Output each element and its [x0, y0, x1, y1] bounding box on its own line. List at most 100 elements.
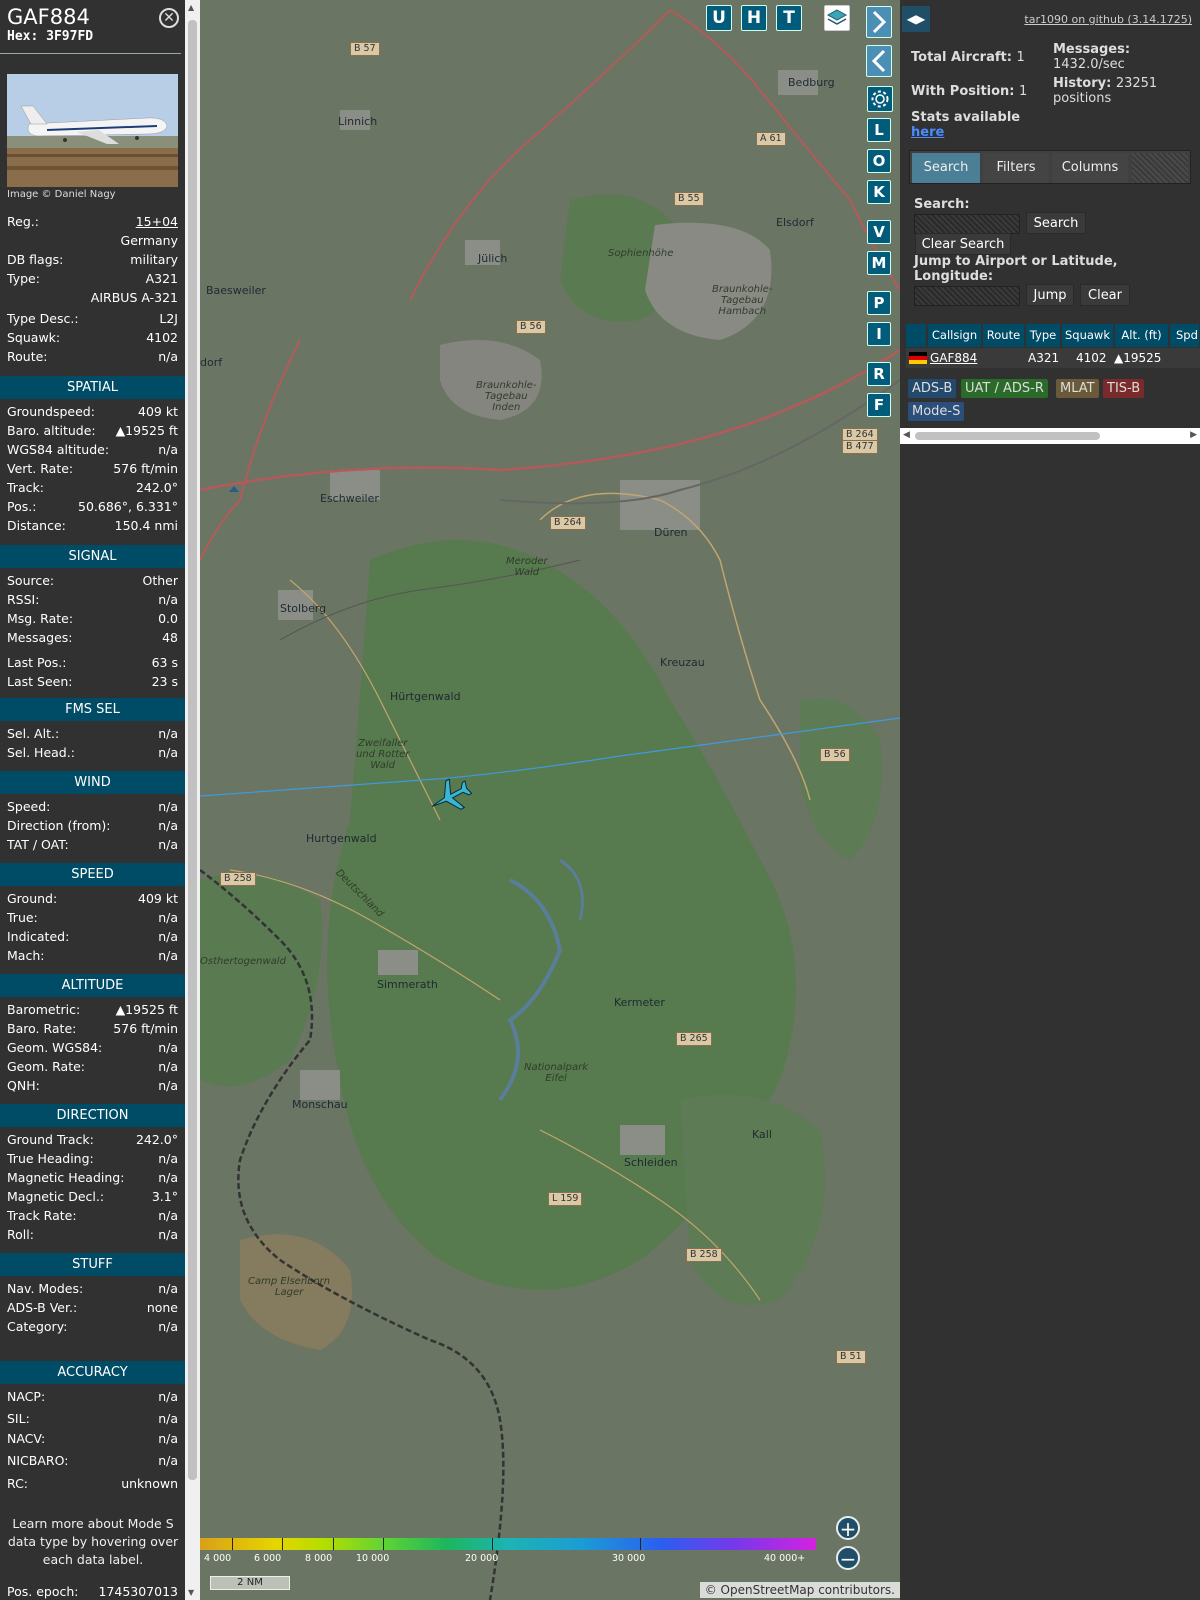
map-button-f[interactable]: F	[867, 393, 891, 417]
details-label[interactable]: Type:	[7, 269, 40, 288]
scrollbar-thumb[interactable]	[915, 432, 1100, 440]
map-button-i[interactable]: I	[867, 322, 891, 346]
chevron-right-icon[interactable]	[866, 6, 892, 38]
scroll-down-icon[interactable]: ▼	[188, 1588, 194, 1597]
accuracy-label[interactable]: SIL:	[7, 1409, 30, 1428]
column-header-speed[interactable]: Spd	[1170, 324, 1200, 347]
stuff-label[interactable]: ADS-B Ver.:	[7, 1298, 77, 1317]
accuracy-label[interactable]: NACV:	[7, 1429, 45, 1448]
accuracy-label[interactable]: RC:	[7, 1474, 28, 1493]
map-button-u[interactable]: U	[706, 5, 732, 31]
stuff-label[interactable]: Category:	[7, 1317, 67, 1336]
map-view[interactable]: Linnich Bedburg Jülich Elsdorf Baesweile…	[200, 0, 900, 1600]
direction-label[interactable]: Magnetic Heading:	[7, 1168, 124, 1187]
legend-chip-adsb[interactable]: ADS-B	[908, 379, 957, 398]
altitude-label[interactable]: Geom. Rate:	[7, 1057, 85, 1076]
speed-label[interactable]: Mach:	[7, 946, 44, 965]
altitude-label[interactable]: Geom. WGS84:	[7, 1038, 102, 1057]
tab-search[interactable]: Search	[912, 153, 980, 183]
column-header-flag[interactable]	[906, 324, 927, 347]
signal-label[interactable]: RSSI:	[7, 590, 39, 609]
tab-filters[interactable]: Filters	[983, 153, 1049, 183]
signal-label[interactable]: Msg. Rate:	[7, 609, 73, 628]
signal-label[interactable]: Source:	[7, 571, 54, 590]
clear-search-button[interactable]: Clear Search	[915, 233, 1011, 255]
spatial-label[interactable]: WGS84 altitude:	[7, 440, 109, 459]
search-button[interactable]: Search	[1026, 212, 1086, 234]
wind-label[interactable]: TAT / OAT:	[7, 835, 69, 854]
scroll-up-icon[interactable]: ▲	[188, 3, 194, 12]
github-link[interactable]: tar1090 on github (3.14.1725)	[1024, 13, 1192, 26]
details-label[interactable]: Reg.:	[7, 212, 39, 231]
map-button-m[interactable]: M	[867, 251, 891, 275]
info-panel-scrollbar[interactable]: ▲ ▼	[185, 0, 200, 1600]
altitude-label[interactable]: QNH:	[7, 1076, 40, 1095]
column-header-type[interactable]: Type	[1026, 324, 1061, 347]
map-button-v[interactable]: V	[867, 220, 891, 244]
spatial-label[interactable]: Baro. altitude:	[7, 421, 96, 440]
accuracy-label[interactable]: NACP:	[7, 1387, 45, 1406]
clear-button[interactable]: Clear	[1080, 284, 1130, 306]
column-header-route[interactable]: Route	[983, 324, 1025, 347]
column-header-squawk[interactable]: Squawk	[1062, 324, 1114, 347]
map-button-p[interactable]: P	[867, 291, 891, 315]
spatial-label[interactable]: Pos.:	[7, 497, 36, 516]
speed-label[interactable]: Indicated:	[7, 927, 69, 946]
map-button-t[interactable]: T	[776, 5, 802, 31]
direction-label[interactable]: Magnetic Decl.:	[7, 1187, 104, 1206]
layers-icon[interactable]	[824, 5, 850, 31]
scroll-right-icon[interactable]: ▶	[1190, 430, 1197, 440]
column-header-callsign[interactable]: Callsign	[928, 324, 982, 347]
zoom-out-icon[interactable]: −	[836, 1546, 860, 1570]
accuracy-label[interactable]: NICBARO:	[7, 1451, 68, 1470]
column-header-altitude[interactable]: Alt. (ft)	[1115, 324, 1169, 347]
map-attribution[interactable]: © OpenStreetMap contributors.	[699, 1582, 900, 1598]
map-button-l[interactable]: L	[867, 118, 891, 142]
chevron-left-icon[interactable]	[866, 45, 892, 77]
gear-icon[interactable]	[867, 86, 893, 112]
direction-label[interactable]: True Heading:	[7, 1149, 94, 1168]
stuff-label[interactable]: Nav. Modes:	[7, 1279, 83, 1298]
map-button-o[interactable]: O	[867, 149, 891, 173]
legend-chip-modes[interactable]: Mode-S	[908, 402, 965, 421]
fms-label[interactable]: Sel. Alt.:	[7, 724, 59, 743]
signal-label[interactable]: Messages:	[7, 628, 73, 647]
wind-label[interactable]: Speed:	[7, 797, 50, 816]
details-label[interactable]: Route:	[7, 347, 48, 366]
legend-chip-tisb[interactable]: TIS-B	[1103, 379, 1145, 398]
details-label[interactable]: Squawk:	[7, 328, 60, 347]
table-horizontal-scrollbar[interactable]: ◀ ▶	[900, 428, 1200, 444]
altitude-label[interactable]: Baro. Rate:	[7, 1019, 76, 1038]
row-callsign[interactable]: GAF884	[930, 348, 977, 368]
legend-chip-mlat[interactable]: MLAT	[1056, 379, 1099, 398]
spatial-label[interactable]: Vert. Rate:	[7, 459, 73, 478]
altitude-label[interactable]: Barometric:	[7, 1000, 80, 1019]
jump-button[interactable]: Jump	[1026, 284, 1074, 306]
expand-collapse-icon[interactable]: ◀▶	[902, 6, 930, 32]
map-button-k[interactable]: K	[867, 180, 891, 204]
search-input[interactable]	[914, 214, 1020, 234]
jump-input[interactable]	[914, 286, 1020, 306]
tab-columns[interactable]: Columns	[1052, 153, 1128, 183]
speed-label[interactable]: Ground:	[7, 889, 57, 908]
direction-label[interactable]: Roll:	[7, 1225, 34, 1244]
legend-chip-uat[interactable]: UAT / ADS-R	[961, 379, 1048, 398]
direction-label[interactable]: Track Rate:	[7, 1206, 77, 1225]
spatial-label[interactable]: Track:	[7, 478, 44, 497]
zoom-in-icon[interactable]: +	[836, 1516, 860, 1540]
close-icon[interactable]: ✕	[159, 8, 179, 28]
aircraft-photo[interactable]	[7, 74, 178, 187]
speed-label[interactable]: True:	[7, 908, 38, 927]
signal-label[interactable]: Last Seen:	[7, 672, 72, 691]
details-label[interactable]: DB flags:	[7, 250, 63, 269]
fms-label[interactable]: Sel. Head.:	[7, 743, 75, 762]
scroll-left-icon[interactable]: ◀	[903, 430, 910, 440]
map-button-r[interactable]: R	[867, 362, 891, 386]
map-button-h[interactable]: H	[741, 5, 767, 31]
spatial-label[interactable]: Groundspeed:	[7, 402, 95, 421]
stats-link[interactable]: here	[911, 125, 944, 140]
details-value[interactable]: 15+04	[136, 212, 178, 231]
wind-label[interactable]: Direction (from):	[7, 816, 111, 835]
spatial-label[interactable]: Distance:	[7, 516, 66, 535]
scrollbar-thumb[interactable]	[188, 20, 197, 1480]
